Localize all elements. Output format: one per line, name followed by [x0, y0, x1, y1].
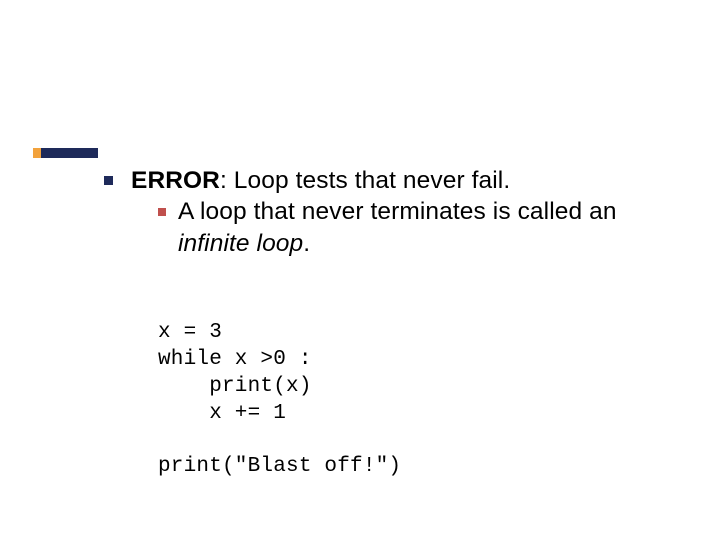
line1: ERROR: Loop tests that never fail. [131, 165, 674, 196]
code-block: x = 3 while x >0 : print(x) x += 1 print… [158, 293, 674, 508]
bullet-body: ERROR: Loop tests that never fail. A loo… [131, 165, 674, 508]
sub-italic: infinite loop [178, 230, 303, 257]
code-line: print("Blast off!") [158, 455, 401, 478]
accent-stripe [33, 148, 98, 158]
code-line: x += 1 [158, 402, 286, 425]
square-bullet-icon [104, 176, 113, 185]
content-block: ERROR: Loop tests that never fail. A loo… [104, 165, 674, 512]
sub-part1: A loop that never terminates is called a… [178, 198, 617, 225]
square-bullet-small-icon [158, 208, 166, 216]
bullet-level1: ERROR: Loop tests that never fail. A loo… [104, 165, 674, 508]
sub-line: A loop that never terminates is called a… [178, 196, 674, 259]
sub-part2: . [303, 230, 310, 257]
slide: ERROR: Loop tests that never fail. A loo… [0, 0, 720, 540]
bullet-level2: A loop that never terminates is called a… [158, 196, 674, 259]
line1-rest: : Loop tests that never fail. [220, 167, 510, 194]
code-line: while x >0 : [158, 348, 312, 371]
error-label: ERROR [131, 167, 220, 194]
code-line: print(x) [158, 375, 312, 398]
accent-orange [33, 148, 41, 158]
accent-navy [41, 148, 98, 158]
code-line: x = 3 [158, 321, 222, 344]
